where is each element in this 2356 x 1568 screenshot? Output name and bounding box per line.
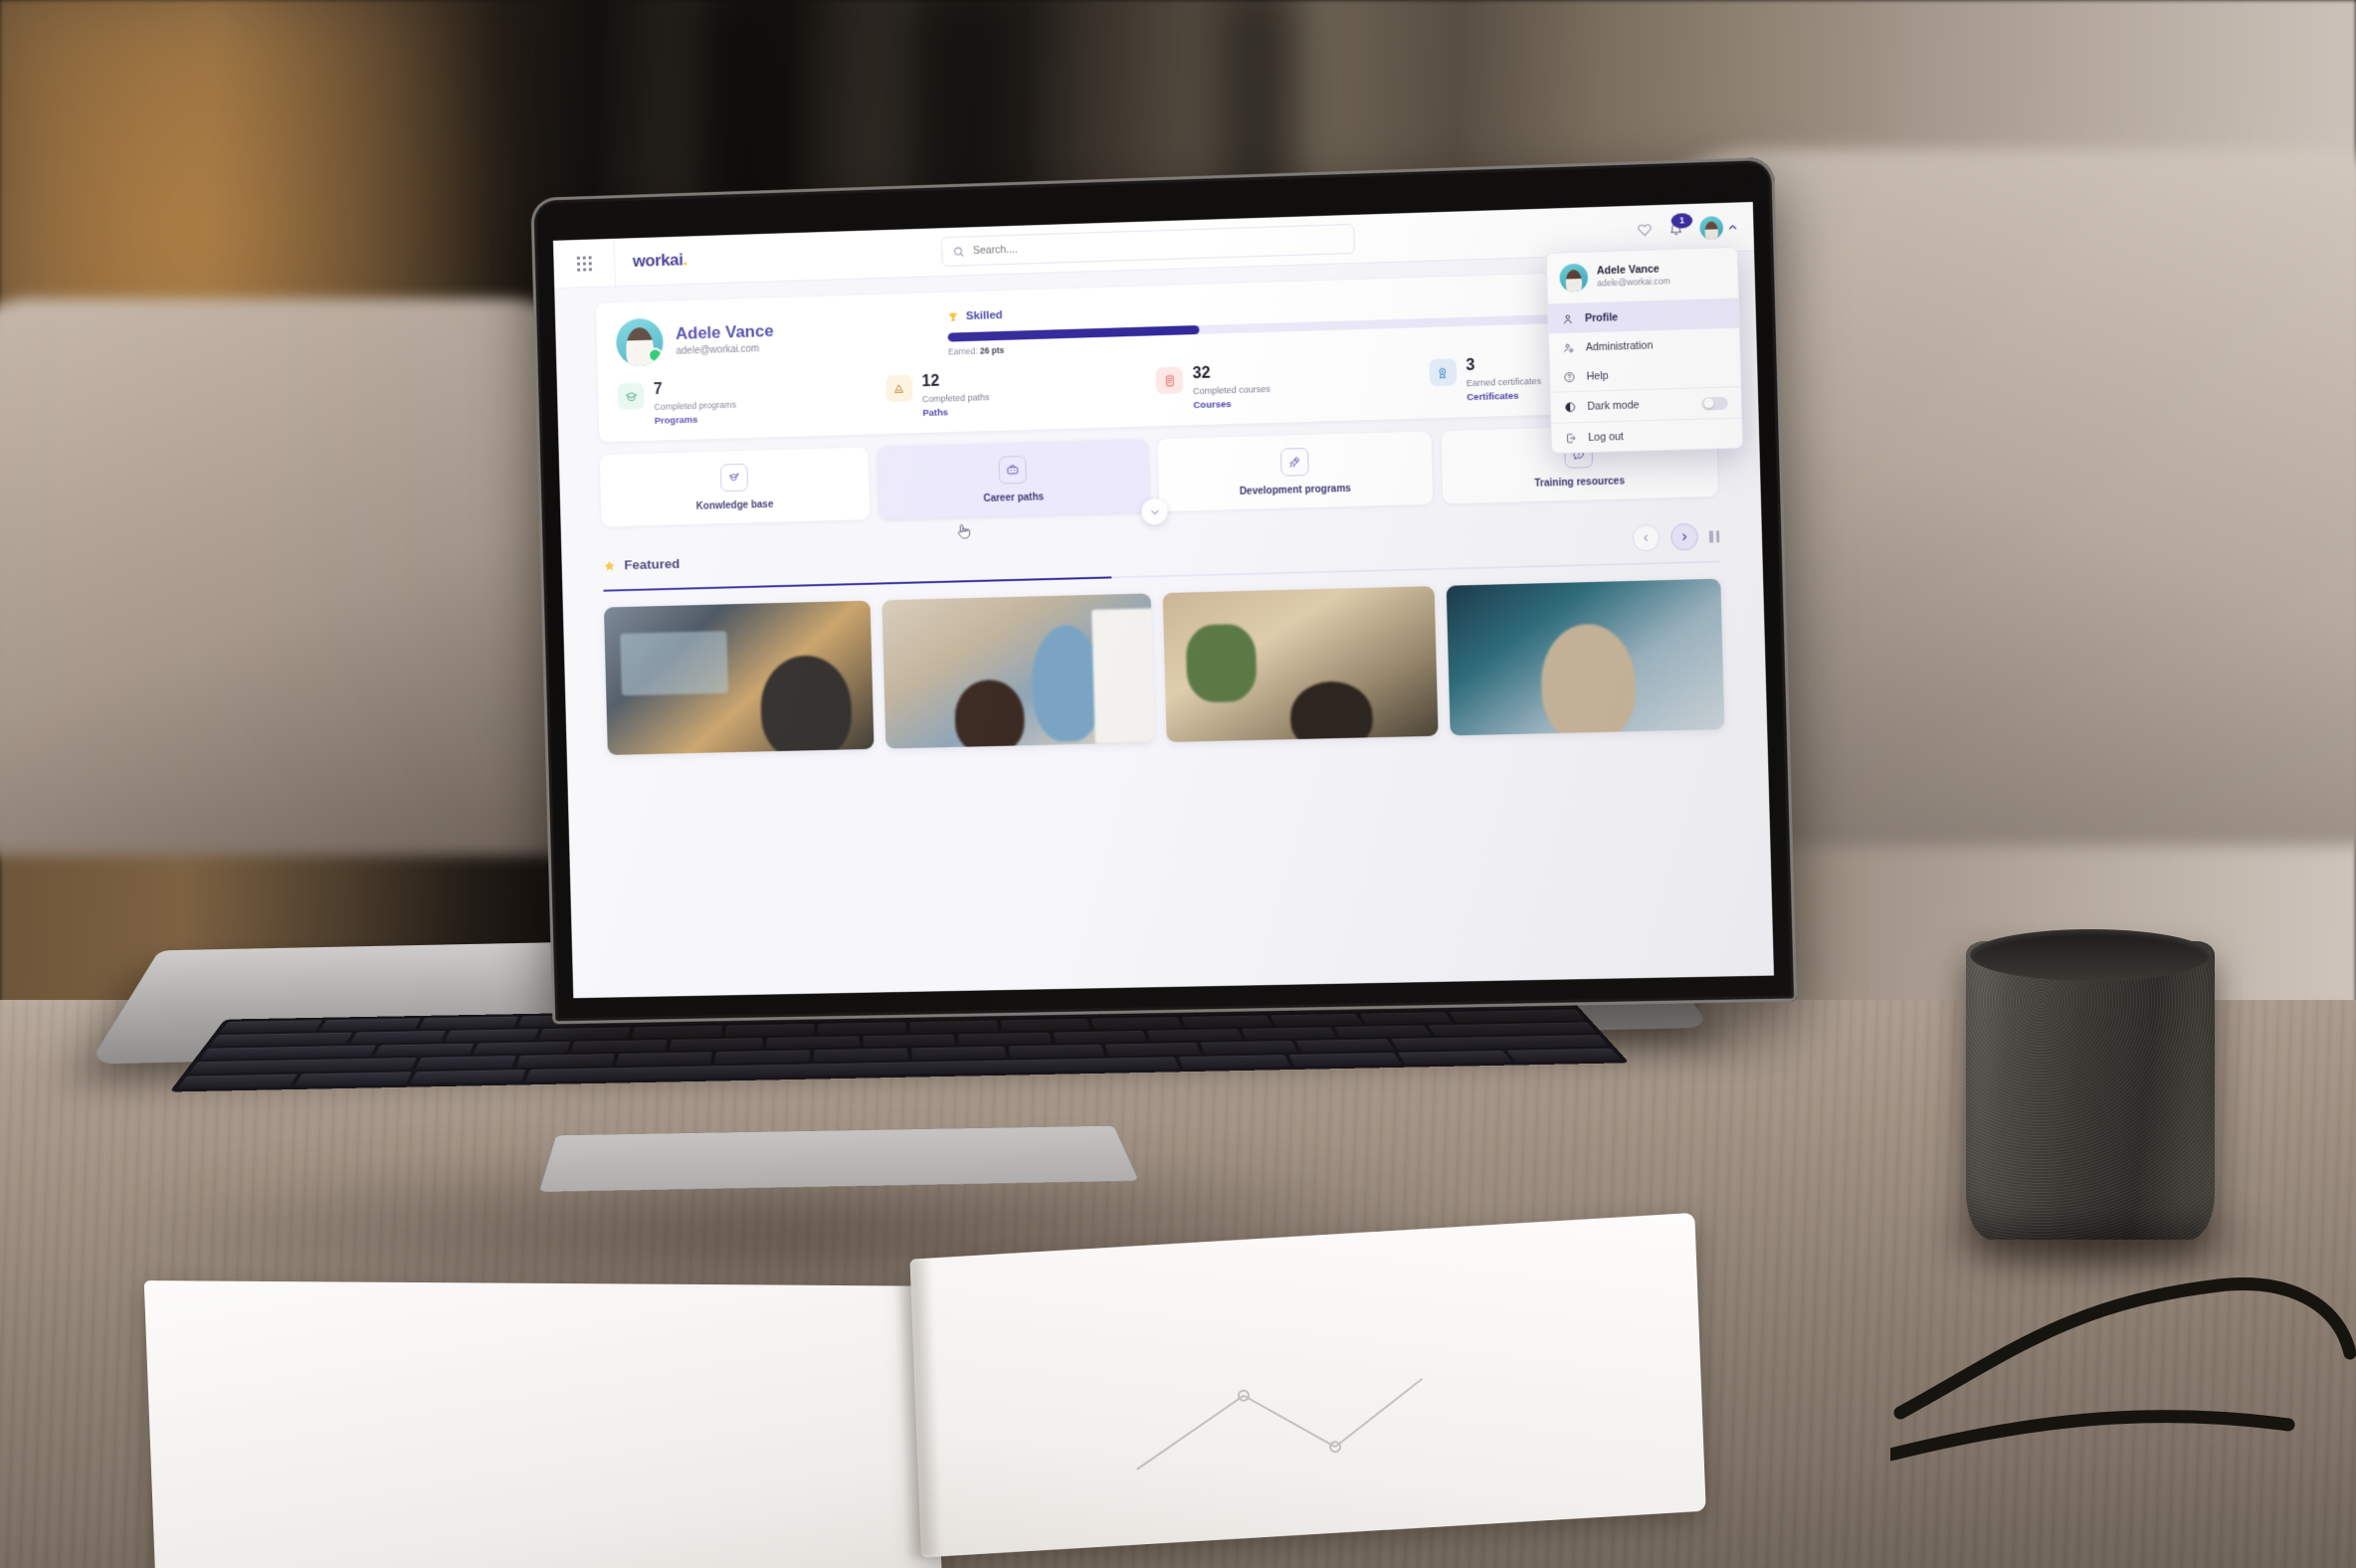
profile-dropdown-header: Adele Vance adele@workai.com [1547,248,1738,303]
user-gear-icon [1562,341,1574,353]
featured-card[interactable] [1446,578,1725,736]
menu-item-label: Administration [1585,338,1654,353]
tile-label: Career paths [983,491,1045,505]
stat-caption: Completed programs [654,399,737,412]
carousel-next-button[interactable] [1669,522,1699,551]
graduation-cap-icon [617,382,645,411]
menu-item-label: Profile [1584,310,1619,324]
avatar [1699,215,1724,240]
brand-dot: . [683,250,687,270]
award-icon [1428,358,1457,387]
book-icon [1155,366,1184,395]
stat-tag[interactable]: Programs [655,414,737,427]
star-icon [604,560,615,571]
chevron-right-icon [1679,532,1688,541]
logout-icon [1565,432,1577,444]
menu-item-label: Dark mode [1587,399,1640,413]
stat-paths: 12 Completed paths Paths [884,368,1147,421]
half-circle-icon [1564,401,1576,413]
avatar [1559,263,1589,293]
stat-programs: 7 Completed programs Programs [617,376,877,428]
profile-menu-button[interactable] [1699,215,1737,240]
trophy-icon [947,310,959,321]
trackpad [538,1125,1140,1193]
earned-points: Earned: 26 pts [948,345,1005,357]
dark-mode-toggle[interactable] [1701,396,1728,411]
pause-icon [1708,529,1713,543]
tile-label: Konwledge base [695,498,774,512]
collapse-button[interactable] [1141,497,1168,525]
stat-caption: Completed paths [921,392,990,405]
featured-section: Featured [602,522,1725,755]
user-icon [1562,312,1574,324]
notifications-button[interactable]: 1 [1669,212,1693,237]
mouse-cursor-hand-icon [955,521,972,540]
path-icon [884,374,913,403]
stat-value: 12 [921,372,940,391]
brand-text: workai [632,250,684,271]
stat-tag[interactable]: Certificates [1467,390,1542,404]
stat-caption: Earned certificates [1466,375,1542,389]
stat-caption: Completed courses [1192,383,1271,397]
status-dot [647,346,664,363]
notebook-left-page [143,1280,943,1568]
notebook-sketch [1136,1378,1424,1470]
search-icon [953,246,964,257]
question-circle-icon [1563,370,1575,382]
skill-level: Skilled [965,309,1003,323]
menu-item-label: Help [1586,369,1609,383]
carousel-prev-button[interactable] [1632,523,1661,552]
graduation-sparkle-icon [719,463,748,492]
stat-tag[interactable]: Courses [1193,398,1271,411]
stat-value: 3 [1466,356,1475,375]
tile-knowledge-base[interactable]: Konwledge base [599,447,870,527]
rocket-icon [1279,447,1309,477]
tile-label: Development programs [1239,483,1352,497]
profile-dropdown-email: adele@workai.com [1597,276,1670,289]
stat-tag[interactable]: Paths [922,406,990,419]
featured-heading: Featured [603,555,681,573]
profile-dropdown: Adele Vance adele@workai.com Profile Adm… [1545,246,1744,455]
earned-value: 26 pts [979,344,1005,356]
carousel-controls [1632,522,1720,552]
stats-row: 7 Completed programs Programs 12 Complet… [617,351,1694,428]
stat-courses: 32 Completed courses Courses [1155,359,1420,412]
tile-development-programs[interactable]: Development programs [1157,431,1433,512]
top-bar-actions: 1 [1637,212,1737,241]
workai-app: workai. Search.... 1 Adele Vance adele@w… [552,201,1775,999]
laptop-screen: workai. Search.... 1 Adele Vance adele@w… [552,201,1775,999]
notification-badge: 1 [1670,212,1693,229]
heart-icon [1637,222,1653,238]
app-grid-button[interactable] [552,238,616,289]
featured-card[interactable] [603,600,875,755]
profile-email: adele@workai.com [676,343,760,358]
featured-title: Featured [624,555,681,573]
grid-icon [576,255,592,272]
brand-logo[interactable]: workai. [633,250,687,272]
avatar [615,317,665,367]
photo-scene: workai. Search.... 1 Adele Vance adele@w… [0,0,2356,1568]
profile-identity: Adele Vance adele@workai.com [615,309,923,367]
featured-cards [603,578,1725,755]
chevron-up-icon [1728,222,1737,231]
briefcase-icon [998,455,1028,485]
tile-career-paths[interactable]: Career paths [877,439,1150,519]
stat-value: 32 [1192,364,1211,383]
earned-label: Earned: [947,345,978,357]
laptop-lid: workai. Search.... 1 Adele Vance adele@w… [530,156,1798,1025]
carousel-pause-button[interactable] [1708,529,1720,543]
notebook [143,1199,1707,1568]
search-input[interactable] [970,232,1343,259]
chevron-down-icon [1150,509,1159,514]
menu-item-logout[interactable]: Log out [1551,419,1742,454]
page-title: Adele Vance [675,320,774,343]
tile-label: Training resources [1534,476,1626,490]
menu-item-label: Log out [1588,430,1624,444]
search-bar[interactable] [940,223,1355,268]
favorites-button[interactable] [1637,222,1653,238]
featured-card[interactable] [882,593,1155,749]
featured-card[interactable] [1162,586,1439,742]
chevron-left-icon [1642,533,1651,542]
stat-value: 7 [653,381,663,399]
